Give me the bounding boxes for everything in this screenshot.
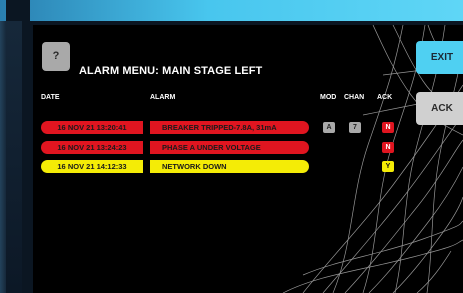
alarm-description: NETWORK DOWN: [150, 160, 309, 173]
column-header-mod: MOD: [320, 94, 337, 101]
alarm-row[interactable]: 16 NOV 21 13:24:23 PHASE A UNDER VOLTAGE…: [33, 141, 413, 154]
left-side-strip: [0, 21, 22, 293]
ack-status-badge[interactable]: Y: [382, 161, 394, 172]
alarm-row[interactable]: 16 NOV 21 13:20:41 BREAKER TRIPPED-7.8A,…: [33, 121, 413, 134]
left-strip-edge: [0, 21, 6, 293]
alarm-date: 16 NOV 21 13:24:23: [41, 141, 143, 154]
ack-status-badge[interactable]: N: [382, 122, 394, 133]
column-header-date: DATE: [41, 94, 60, 101]
column-header-ack: ACK: [377, 94, 393, 101]
mod-badge: A: [323, 122, 335, 133]
stripe-gap: [6, 0, 30, 21]
alarm-date: 16 NOV 21 13:20:41: [41, 121, 143, 134]
alarm-row[interactable]: 16 NOV 21 14:12:33 NETWORK DOWN Y: [33, 160, 413, 173]
exit-button[interactable]: EXIT: [416, 41, 463, 74]
alarm-description: BREAKER TRIPPED-7.8A, 31mA: [150, 121, 309, 134]
help-button[interactable]: ?: [42, 42, 70, 71]
ack-button[interactable]: ACK: [416, 92, 463, 125]
column-header-alarm: ALARM: [150, 94, 176, 101]
column-header-chan: CHAN: [344, 94, 365, 101]
alarm-date: 16 NOV 21 14:12:33: [41, 160, 143, 173]
alarm-menu-panel: ? ALARM MENU: MAIN STAGE LEFT EXIT ACK D…: [33, 25, 463, 293]
alarm-description: PHASE A UNDER VOLTAGE: [150, 141, 309, 154]
ack-status-badge[interactable]: N: [382, 142, 394, 153]
chan-badge: 7: [349, 122, 361, 133]
top-accent-stripe: [0, 0, 463, 21]
page-title: ALARM MENU: MAIN STAGE LEFT: [79, 65, 263, 77]
